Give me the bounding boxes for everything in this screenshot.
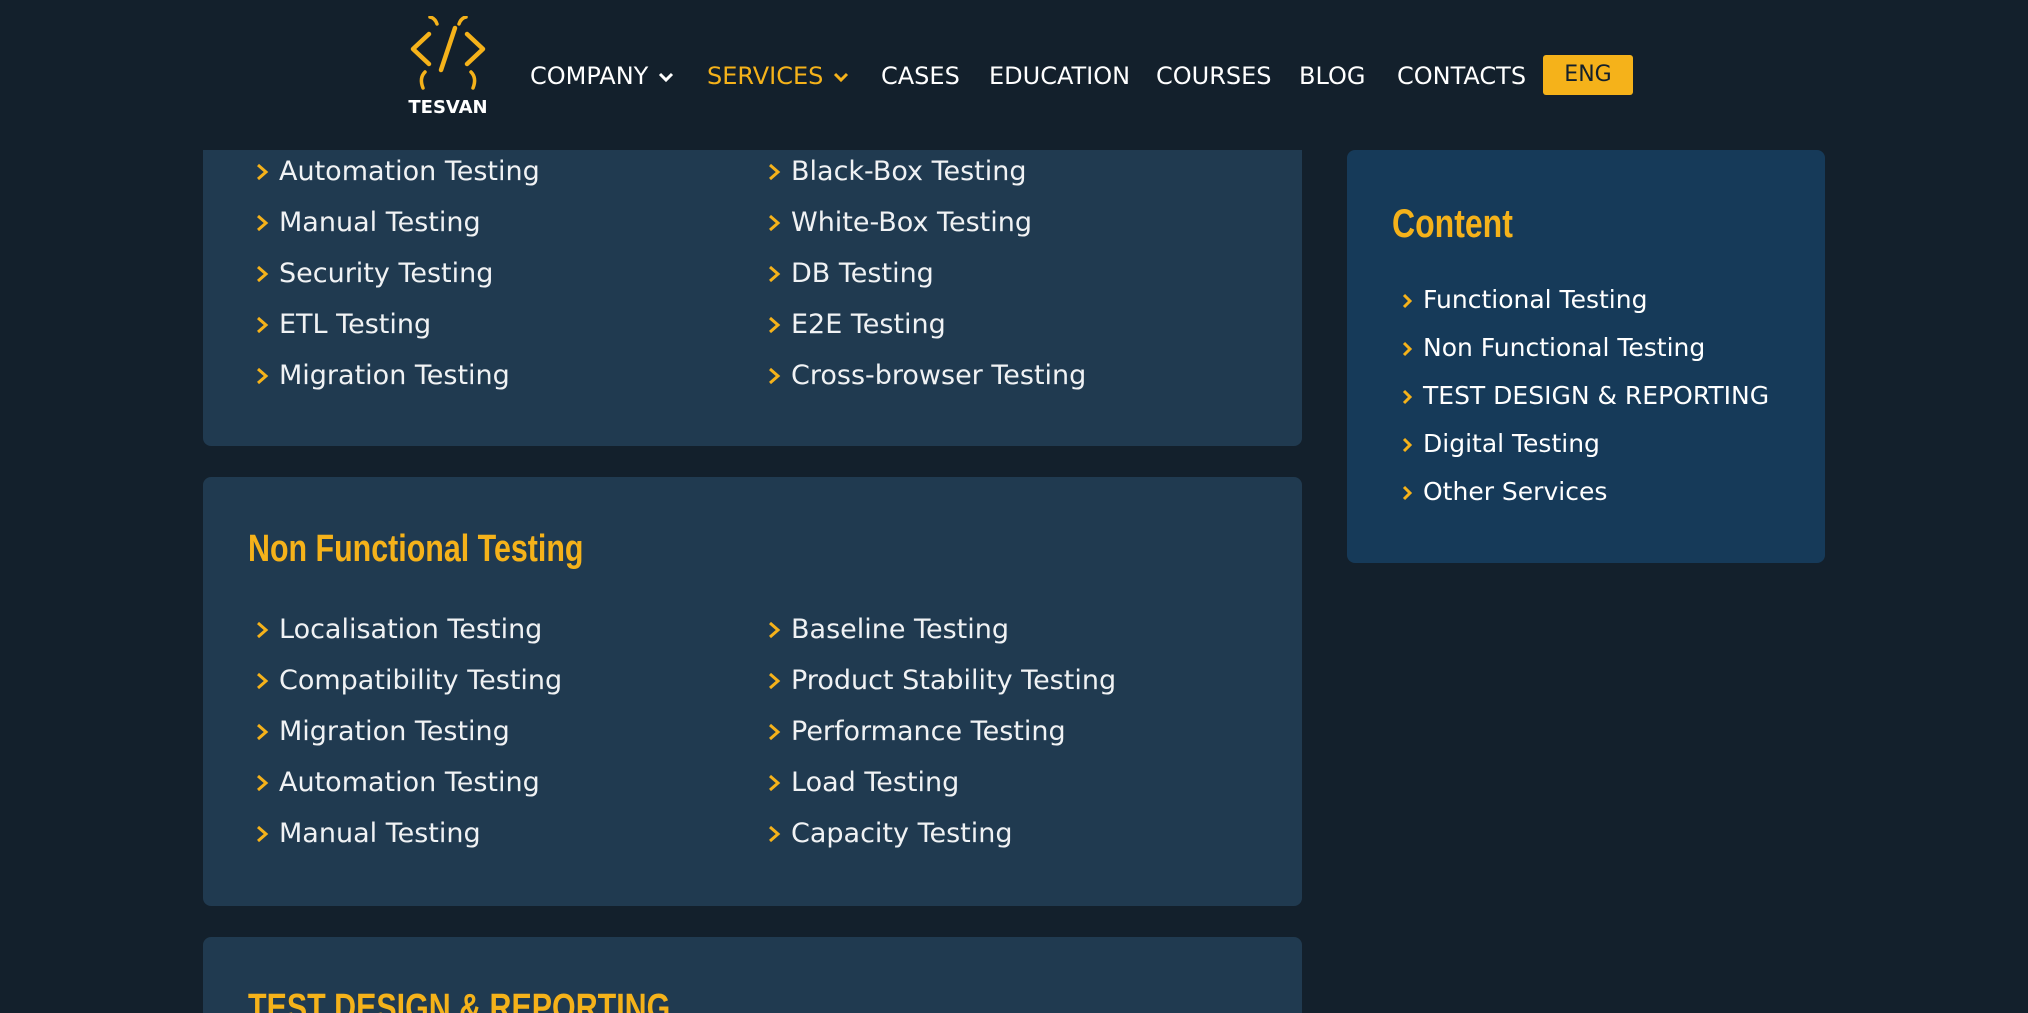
chevron-right-icon xyxy=(257,672,269,690)
chevron-down-icon xyxy=(659,72,674,83)
nav-company[interactable]: COMPANY xyxy=(530,56,674,96)
chevron-right-icon xyxy=(769,672,781,690)
chevron-right-icon xyxy=(769,316,781,334)
chevron-right-icon xyxy=(769,367,781,385)
logo[interactable]: TESVAN xyxy=(400,16,496,124)
section-title: Non Functional Testing xyxy=(248,528,584,570)
content-sidebar: Content Functional Testing Non Functiona… xyxy=(1347,150,1825,563)
chevron-right-icon xyxy=(257,367,269,385)
test-design-reporting-card: TEST DESIGN & REPORTING xyxy=(203,937,1302,1013)
chevron-right-icon xyxy=(257,723,269,741)
chevron-right-icon xyxy=(769,723,781,741)
functional-testing-card: Automation Testing Manual Testing Securi… xyxy=(203,100,1302,446)
chevron-right-icon xyxy=(257,621,269,639)
chevron-right-icon xyxy=(1402,389,1413,405)
section-title: TEST DESIGN & REPORTING xyxy=(248,987,671,1013)
non-functional-testing-card: Non Functional Testing Localisation Test… xyxy=(203,477,1302,906)
nav-education[interactable]: EDUCATION xyxy=(989,56,1130,96)
chevron-right-icon xyxy=(257,316,269,334)
chevron-right-icon xyxy=(769,214,781,232)
chevron-right-icon xyxy=(257,774,269,792)
chevron-right-icon xyxy=(1402,293,1413,309)
logo-wordmark: TESVAN xyxy=(408,97,488,118)
chevron-right-icon xyxy=(257,265,269,283)
nav-blog[interactable]: BLOG xyxy=(1299,56,1365,96)
nav-contacts[interactable]: CONTACTS xyxy=(1397,56,1526,96)
chevron-down-icon xyxy=(834,72,849,83)
chevron-right-icon xyxy=(769,265,781,283)
chevron-right-icon xyxy=(1402,437,1413,453)
chevron-right-icon xyxy=(257,163,269,181)
chevron-right-icon xyxy=(769,163,781,181)
nav-services[interactable]: SERVICES xyxy=(707,56,849,96)
chevron-right-icon xyxy=(769,621,781,639)
nav-cases[interactable]: CASES xyxy=(881,56,960,96)
chevron-right-icon xyxy=(769,825,781,843)
chevron-right-icon xyxy=(1402,485,1413,501)
sidebar-title: Content xyxy=(1392,202,1513,246)
chevron-right-icon xyxy=(257,214,269,232)
chevron-right-icon xyxy=(1402,341,1413,357)
site-header: TESVAN COMPANY SERVICES CASES EDUCATION … xyxy=(0,0,2028,150)
nav-courses[interactable]: COURSES xyxy=(1156,56,1272,96)
chevron-right-icon xyxy=(257,825,269,843)
chevron-right-icon xyxy=(769,774,781,792)
language-button[interactable]: ENG xyxy=(1543,55,1633,95)
code-bug-logo-icon xyxy=(410,16,486,90)
